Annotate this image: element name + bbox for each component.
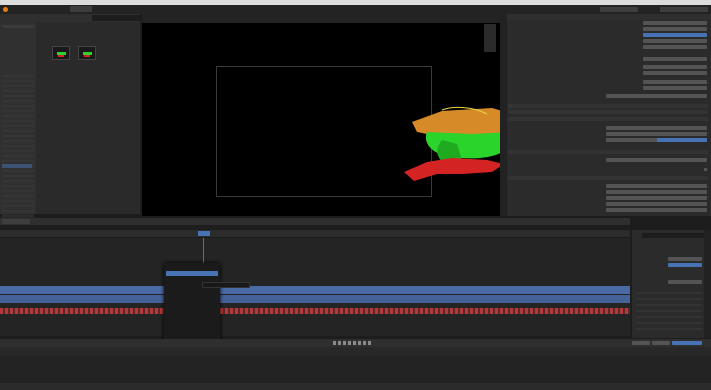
current-frame-field[interactable]: [632, 341, 650, 345]
property-field[interactable]: [643, 27, 707, 31]
blender-logo-icon[interactable]: [3, 7, 8, 12]
context-menu-item[interactable]: [167, 315, 217, 319]
property-field[interactable]: [606, 208, 707, 212]
minimize-icon[interactable]: [672, 1, 682, 4]
bottom-timeline[interactable]: [0, 347, 711, 356]
view-layer-selector[interactable]: [660, 7, 708, 12]
checkbox[interactable]: [704, 168, 707, 171]
context-menu-item[interactable]: [167, 289, 217, 293]
status-bar: [0, 383, 711, 390]
section-header[interactable]: [508, 176, 708, 180]
view-type-select[interactable]: [10, 219, 30, 224]
property-field[interactable]: [606, 196, 707, 200]
strip-sidebar: [632, 230, 711, 338]
strip-sidebar-tabs: [704, 230, 711, 338]
context-menu-item[interactable]: [167, 330, 217, 334]
property-field[interactable]: [606, 202, 707, 206]
property-field[interactable]: [643, 86, 707, 90]
file-browser-sidebar: [0, 22, 36, 222]
sidebar-item[interactable]: [2, 32, 34, 35]
context-menu-item[interactable]: [167, 325, 217, 329]
property-field[interactable]: [643, 65, 707, 69]
property-field[interactable]: [643, 57, 707, 61]
start-frame-field[interactable]: [652, 341, 670, 345]
preview-viewport: [142, 14, 527, 216]
maximize-icon[interactable]: [684, 1, 694, 4]
property-field[interactable]: [606, 94, 707, 98]
bottom-timeline-area: [0, 356, 711, 383]
segmented-control[interactable]: [606, 138, 707, 142]
sequence-strip[interactable]: [0, 295, 630, 303]
timeline-ruler[interactable]: [0, 230, 630, 238]
sequence-strip-selected[interactable]: [0, 308, 630, 314]
property-field[interactable]: [606, 132, 707, 136]
property-field[interactable]: [643, 39, 707, 43]
section-header[interactable]: [508, 104, 708, 108]
properties-tabs: [500, 14, 507, 216]
sidebar-item[interactable]: [2, 47, 34, 50]
sidebar-item[interactable]: [2, 52, 34, 55]
context-menu-item-highlighted[interactable]: [166, 271, 218, 276]
property-field[interactable]: [606, 184, 707, 188]
property-field[interactable]: [643, 80, 707, 84]
viewport-header: [142, 14, 500, 23]
context-menu-item[interactable]: [167, 335, 217, 339]
sequencer-area: [0, 238, 630, 336]
context-menu-item[interactable]: [167, 299, 217, 303]
scene-selector[interactable]: [600, 7, 638, 12]
editor-type-button[interactable]: [2, 219, 10, 224]
context-menu-item[interactable]: [167, 304, 217, 308]
property-field[interactable]: [606, 158, 707, 162]
tab-video-editing[interactable]: [70, 6, 92, 12]
file-thumbnail[interactable]: [78, 46, 96, 60]
strip-name-field[interactable]: [642, 233, 704, 238]
property-field[interactable]: [606, 126, 707, 130]
sidebar-list: [2, 32, 34, 60]
sidebar-item[interactable]: [2, 37, 34, 40]
property-field[interactable]: [643, 71, 707, 75]
sidebar-selected-item[interactable]: [2, 164, 32, 168]
property-field[interactable]: [606, 190, 707, 194]
end-frame-field[interactable]: [672, 341, 702, 345]
path-field[interactable]: [92, 15, 140, 21]
file-thumbnail[interactable]: [52, 46, 70, 60]
property-field[interactable]: [643, 21, 707, 25]
playback-buttons[interactable]: [333, 341, 373, 345]
properties-header: [507, 14, 711, 20]
file-browser-content: [36, 22, 140, 214]
blend-select[interactable]: [668, 257, 702, 261]
opacity-slider[interactable]: [668, 263, 702, 267]
sequencer-header: [0, 218, 630, 225]
panel-section[interactable]: [636, 288, 702, 330]
section-header[interactable]: [508, 150, 708, 154]
property-field-active[interactable]: [643, 33, 707, 37]
sequence-strip[interactable]: [0, 286, 630, 294]
menu-bar: [0, 5, 711, 14]
sidebar-item[interactable]: [2, 57, 34, 60]
file-browser-header: [0, 14, 140, 22]
section-header[interactable]: [508, 110, 708, 114]
tooltip: [202, 282, 250, 288]
context-menu-item[interactable]: [167, 294, 217, 298]
section-header[interactable]: [508, 117, 708, 121]
strobe-field[interactable]: [668, 280, 702, 284]
property-field[interactable]: [643, 45, 707, 49]
properties-editor: [500, 14, 711, 216]
sidebar-item[interactable]: [2, 42, 34, 45]
playback-bar: [0, 339, 711, 347]
context-menu-item[interactable]: [167, 310, 217, 314]
current-frame-indicator[interactable]: [198, 231, 210, 236]
context-menu-item[interactable]: [167, 320, 217, 324]
